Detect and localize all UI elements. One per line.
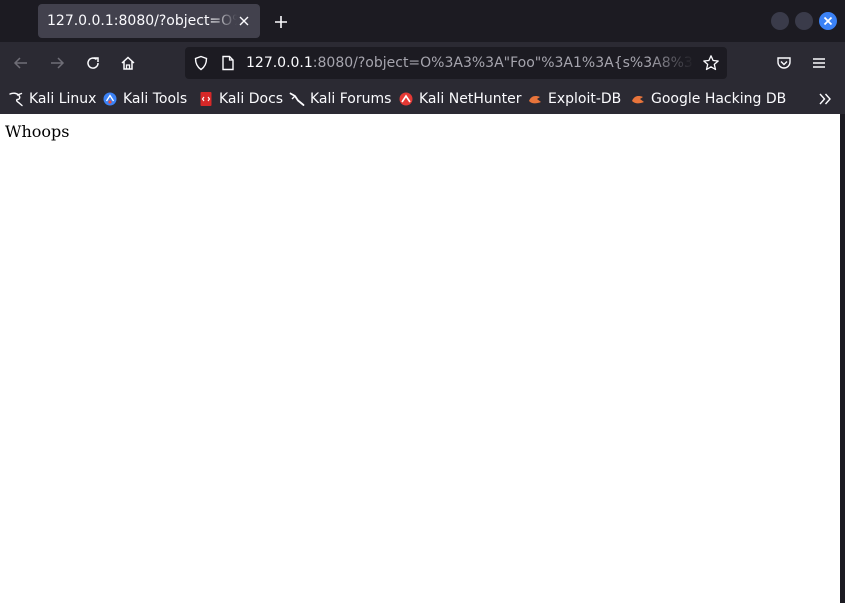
window-right-edge [840,114,845,603]
bookmark-kali-tools[interactable]: Kali Tools [102,89,187,109]
bookmark-kali-docs[interactable]: Kali Docs [198,89,283,109]
maximize-button[interactable] [795,12,813,30]
home-button[interactable] [115,50,141,76]
page-content: Whoops [0,114,840,603]
reload-button[interactable] [80,50,106,76]
home-icon [121,56,135,70]
hamburger-menu-icon [813,58,825,68]
bookmark-star-icon[interactable] [701,53,721,73]
bookmark-label: Kali Linux [29,91,97,107]
bookmark-label: Kali Forums [310,91,392,107]
bookmark-label: Exploit-DB [548,91,622,107]
tab-title: 127.0.0.1:8080/?object=O%3 [47,13,237,29]
url-path: :8080/?object=O%3A3%3A"Foo"%3A1%3A{s%3A8… [312,55,694,71]
plus-icon [275,16,287,28]
address-bar[interactable]: 127.0.0.1:8080/?object=O%3A3%3A"Foo"%3A1… [185,47,727,79]
kali-tools-icon [102,91,118,107]
bookmark-kali-forums[interactable]: Kali Forums [289,89,391,109]
tab-strip: 127.0.0.1:8080/?object=O%3 [0,0,845,42]
kali-nethunter-icon [398,91,414,107]
app-menu-button[interactable] [806,50,832,76]
close-icon [823,16,833,26]
url-text[interactable]: 127.0.0.1:8080/?object=O%3A3%3A"Foo"%3A1… [246,47,694,79]
bookmark-label: Kali Tools [123,91,188,107]
new-tab-button[interactable] [268,9,294,35]
page-info-icon[interactable] [219,54,237,72]
browser-window: 127.0.0.1:8080/?object=O%3 127.0.0.1:808… [0,0,845,603]
pocket-icon [777,57,791,69]
back-button[interactable] [8,50,34,76]
bookmark-label: Kali NetHunter [419,91,522,107]
pocket-button[interactable] [771,50,797,76]
url-host: 127.0.0.1 [246,55,313,71]
arrow-right-icon [51,57,65,69]
google-hacking-db-icon [630,91,646,107]
bookmark-exploit-db[interactable]: Exploit-DB [527,89,621,109]
bookmark-kali-nethunter[interactable]: Kali NetHunter [398,89,521,109]
navigation-toolbar: 127.0.0.1:8080/?object=O%3A3%3A"Foo"%3A1… [0,42,845,84]
bookmark-label: Kali Docs [219,91,284,107]
minimize-button[interactable] [771,12,789,30]
exploit-db-icon [527,91,543,107]
bookmark-label: Google Hacking DB [651,91,787,107]
close-window-button[interactable] [819,12,837,30]
bookmark-kali-linux[interactable]: Kali Linux [8,89,96,109]
tab-close-icon[interactable] [236,13,252,29]
bookmarks-overflow-button[interactable] [815,89,835,109]
bookmarks-toolbar: Kali Linux Kali Tools Kali Docs Kali For… [0,84,845,114]
page-body-text: Whoops [5,122,70,141]
bookmark-google-hacking-db[interactable]: Google Hacking DB [630,89,786,109]
kali-docs-icon [198,91,214,107]
double-chevron-right-icon [819,93,831,105]
tab-active[interactable]: 127.0.0.1:8080/?object=O%3 [38,4,260,38]
forward-button[interactable] [44,50,70,76]
kali-dragon-icon [8,91,24,107]
reload-icon [87,57,99,69]
tracking-protection-shield-icon[interactable] [192,54,210,72]
kali-forums-icon [289,91,305,107]
window-controls [771,12,837,30]
arrow-left-icon [13,57,27,69]
